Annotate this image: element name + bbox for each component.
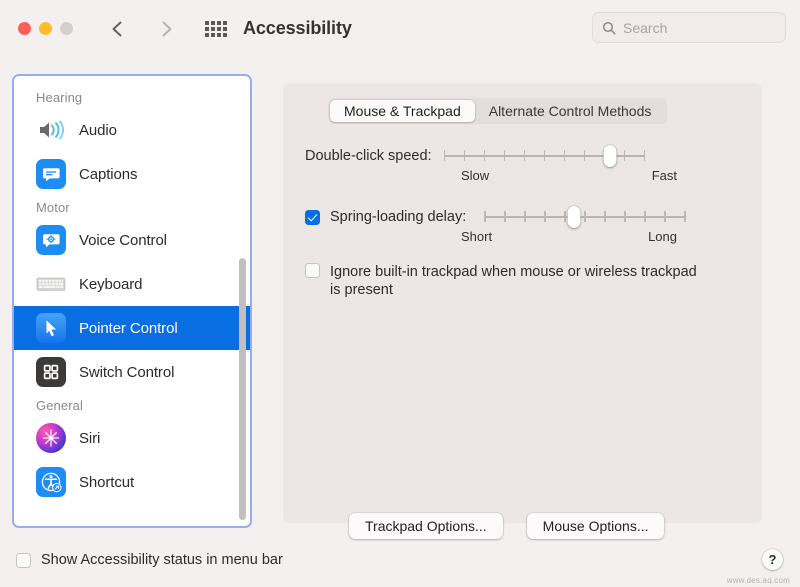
show-accessibility-status-label: Show Accessibility status in menu bar bbox=[41, 552, 283, 568]
voice-control-icon bbox=[36, 225, 66, 255]
tab-bar: Mouse & Trackpad Alternate Control Metho… bbox=[328, 98, 668, 124]
zoom-button[interactable] bbox=[60, 22, 73, 35]
sidebar-item-captions[interactable]: Captions bbox=[14, 152, 250, 196]
sidebar-item-label: Siri bbox=[79, 429, 101, 447]
minimize-button[interactable] bbox=[39, 22, 52, 35]
sidebar-list: Hearing Audio Captions Motor Voice Contr… bbox=[14, 76, 250, 526]
spring-loading-slider[interactable] bbox=[484, 206, 686, 228]
sidebar-item-keyboard[interactable]: Keyboard bbox=[14, 262, 250, 306]
sidebar-item-label: Keyboard bbox=[79, 275, 143, 293]
sidebar-item-label: Voice Control bbox=[79, 231, 167, 249]
slider-thumb[interactable] bbox=[567, 206, 581, 228]
search-icon bbox=[602, 21, 616, 35]
sidebar-item-pointer-control[interactable]: Pointer Control bbox=[14, 306, 250, 350]
sidebar-item-label: Switch Control bbox=[79, 363, 175, 381]
sidebar-section-motor: Motor bbox=[36, 200, 70, 215]
ignore-trackpad-checkbox[interactable] bbox=[305, 263, 320, 278]
slider-thumb[interactable] bbox=[603, 145, 617, 167]
double-click-speed-row: Double-click speed: bbox=[305, 145, 646, 167]
sidebar-section-hearing: Hearing bbox=[36, 90, 83, 105]
spring-loading-min-label: Short bbox=[461, 229, 493, 244]
spring-loading-max-label: Long bbox=[648, 229, 677, 244]
navigation-buttons bbox=[107, 18, 177, 40]
spring-loading-scale-labels: Short Long bbox=[461, 229, 677, 244]
page-title: Accessibility bbox=[243, 18, 352, 38]
tab-alternate-control-methods[interactable]: Alternate Control Methods bbox=[475, 100, 666, 122]
content-area: Hearing Audio Captions Motor Voice Contr… bbox=[0, 57, 800, 539]
pointer-cursor-icon bbox=[36, 313, 66, 343]
mouse-options-button[interactable]: Mouse Options... bbox=[526, 513, 665, 539]
double-click-scale-labels: Slow Fast bbox=[461, 168, 677, 183]
switch-control-grid-icon bbox=[36, 357, 66, 387]
captions-bubble-icon bbox=[36, 159, 66, 189]
window-titlebar: Accessibility bbox=[0, 0, 800, 57]
sidebar-item-switch-control[interactable]: Switch Control bbox=[14, 350, 250, 394]
back-button[interactable] bbox=[107, 18, 129, 40]
ignore-trackpad-label: Ignore built-in trackpad when mouse or w… bbox=[330, 264, 697, 298]
sidebar-item-label: Pointer Control bbox=[79, 319, 178, 337]
sidebar-item-siri[interactable]: Siri bbox=[14, 416, 250, 460]
spring-loading-row: Spring-loading delay: bbox=[305, 206, 686, 228]
ignore-trackpad-row: Ignore built-in trackpad when mouse or w… bbox=[305, 263, 705, 299]
sidebar: Hearing Audio Captions Motor Voice Contr… bbox=[12, 74, 252, 528]
double-click-min-label: Slow bbox=[461, 168, 490, 183]
siri-orb-icon bbox=[36, 423, 66, 453]
settings-pane: Mouse & Trackpad Alternate Control Metho… bbox=[283, 83, 762, 539]
forward-button[interactable] bbox=[155, 18, 177, 40]
sidebar-item-label: Captions bbox=[79, 165, 138, 183]
tab-mouse-trackpad[interactable]: Mouse & Trackpad bbox=[330, 100, 475, 122]
sidebar-section-general: General bbox=[36, 398, 83, 413]
double-click-speed-slider[interactable] bbox=[443, 145, 646, 167]
sidebar-item-shortcut[interactable]: Shortcut bbox=[14, 460, 250, 504]
double-click-speed-label: Double-click speed: bbox=[305, 148, 432, 164]
slider-ticks bbox=[484, 211, 686, 222]
search-input[interactable] bbox=[623, 19, 776, 36]
keyboard-icon bbox=[36, 269, 66, 299]
spring-loading-label: Spring-loading delay: bbox=[330, 209, 467, 225]
pane-action-buttons: Trackpad Options... Mouse Options... bbox=[349, 513, 665, 539]
sidebar-item-audio[interactable]: Audio bbox=[14, 108, 250, 152]
sidebar-item-label: Audio bbox=[79, 121, 117, 139]
close-button[interactable] bbox=[18, 22, 31, 35]
sidebar-item-voice-control[interactable]: Voice Control bbox=[14, 218, 250, 262]
show-accessibility-status-row: Show Accessibility status in menu bar bbox=[16, 551, 283, 569]
spring-loading-checkbox[interactable] bbox=[305, 209, 320, 225]
show-accessibility-status-checkbox[interactable] bbox=[16, 552, 31, 568]
accessibility-shortcut-icon bbox=[36, 467, 66, 497]
double-click-max-label: Fast bbox=[651, 168, 677, 183]
help-button[interactable]: ? bbox=[762, 549, 783, 570]
show-all-grid-icon[interactable] bbox=[205, 20, 227, 37]
speaker-audio-icon bbox=[36, 115, 66, 145]
traffic-lights bbox=[18, 22, 73, 35]
sidebar-scrollbar[interactable] bbox=[239, 258, 246, 520]
sidebar-item-label: Shortcut bbox=[79, 473, 135, 491]
watermark: www.des.aq.com bbox=[726, 576, 790, 585]
trackpad-options-button[interactable]: Trackpad Options... bbox=[349, 513, 503, 539]
search-field[interactable] bbox=[592, 12, 786, 43]
